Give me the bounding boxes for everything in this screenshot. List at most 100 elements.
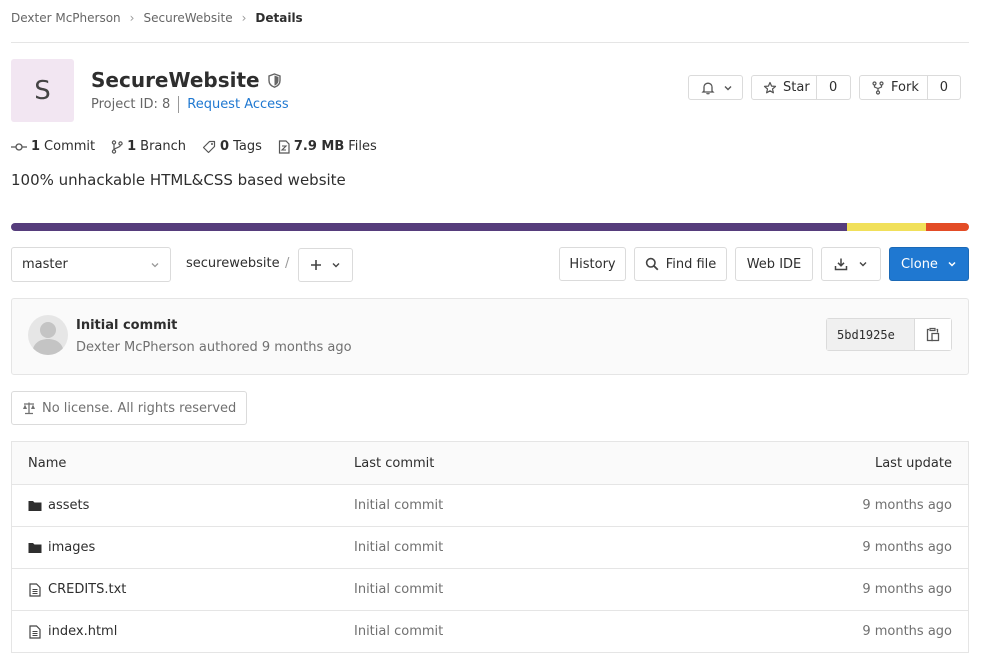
column-header-last-update: Last update xyxy=(652,441,969,485)
project-stats: 1 Commit 1 Branch 0 Tags 7.9 MB Files xyxy=(11,139,393,154)
web-ide-button[interactable]: Web IDE xyxy=(735,247,813,281)
branch-select-value: master xyxy=(22,257,68,272)
download-dropdown[interactable] xyxy=(821,247,881,281)
file-name[interactable]: index.html xyxy=(48,624,117,639)
file-name[interactable]: assets xyxy=(48,498,89,513)
repo-path-root[interactable]: securewebsite xyxy=(186,256,280,271)
language-segment[interactable] xyxy=(847,223,926,231)
commit-sha-group: 5bd1925e xyxy=(826,318,952,351)
language-segment[interactable] xyxy=(11,223,848,231)
fork-icon xyxy=(872,80,884,95)
branch-select[interactable]: master xyxy=(11,247,171,282)
row-commit-message[interactable]: Initial commit xyxy=(338,610,653,653)
license-badge[interactable]: No license. All rights reserved xyxy=(11,391,248,425)
chevron-down-icon xyxy=(948,261,956,267)
fork-count[interactable]: 0 xyxy=(926,76,960,99)
project-avatar-letter: S xyxy=(34,75,51,106)
notifications-dropdown[interactable] xyxy=(688,75,743,100)
chevron-down-icon xyxy=(724,85,732,90)
files-size: 7.9 MB xyxy=(293,139,345,154)
row-commit-message[interactable]: Initial commit xyxy=(338,526,653,569)
chevron-down-icon xyxy=(151,262,159,267)
project-id-row: Project ID: 8 Request Access xyxy=(91,96,289,113)
breadcrumb-current[interactable]: Details xyxy=(255,11,302,25)
file-tree-table: Name Last commit Last update assets Init… xyxy=(11,441,969,653)
tags-stat[interactable]: 0 Tags xyxy=(202,139,262,154)
commit-icon xyxy=(11,142,27,151)
file-text-icon xyxy=(29,582,41,597)
path-separator: / xyxy=(285,256,290,271)
license-text: No license. All rights reserved xyxy=(42,400,237,416)
add-to-tree-dropdown[interactable] xyxy=(298,248,353,282)
commit-title[interactable]: Initial commit xyxy=(76,318,177,333)
breadcrumb-project[interactable]: SecureWebsite xyxy=(143,11,232,25)
folder-icon xyxy=(28,500,42,511)
commits-count: 1 xyxy=(31,139,41,154)
column-header-name: Name xyxy=(11,441,338,485)
chevron-down-icon xyxy=(859,262,867,267)
repository-languages-bar[interactable] xyxy=(11,223,969,231)
author-avatar[interactable] xyxy=(28,315,68,355)
chevron-down-icon xyxy=(332,263,340,268)
language-segment[interactable] xyxy=(925,223,969,231)
breadcrumb: Dexter McPherson › SecureWebsite › Detai… xyxy=(11,11,303,25)
row-commit-message[interactable]: Initial commit xyxy=(338,568,653,611)
chevron-right-icon: › xyxy=(129,11,135,25)
branches-count: 1 xyxy=(127,139,137,154)
files-stat[interactable]: 7.9 MB Files xyxy=(278,139,377,154)
table-header-row: Name Last commit Last update xyxy=(11,441,969,485)
download-icon xyxy=(834,258,848,271)
project-id: Project ID: 8 xyxy=(91,97,171,112)
find-file-label: Find file xyxy=(665,256,717,272)
table-row[interactable]: assets Initial commit 9 months ago xyxy=(11,484,969,527)
column-header-last-commit: Last commit xyxy=(338,441,653,485)
project-avatar: S xyxy=(11,59,74,122)
scale-icon xyxy=(23,402,35,415)
folder-icon xyxy=(28,542,42,553)
request-access-link[interactable]: Request Access xyxy=(187,97,288,112)
divider xyxy=(178,96,180,113)
tag-icon xyxy=(202,140,216,153)
web-ide-label: Web IDE xyxy=(746,256,802,272)
fork-label: Fork xyxy=(891,80,919,95)
bell-icon xyxy=(701,82,715,94)
commit-sha[interactable]: 5bd1925e xyxy=(827,319,914,350)
last-commit-panel: Initial commit Dexter McPherson authored… xyxy=(11,298,969,375)
table-row[interactable]: CREDITS.txt Initial commit 9 months ago xyxy=(11,568,969,611)
project-description: 100% unhackable HTML&CSS based website xyxy=(11,171,346,189)
tags-label: Tags xyxy=(233,139,262,154)
history-button[interactable]: History xyxy=(559,247,626,281)
tags-count: 0 xyxy=(220,139,230,154)
star-label: Star xyxy=(783,80,810,95)
file-name[interactable]: CREDITS.txt xyxy=(48,582,126,597)
commits-stat[interactable]: 1 Commit xyxy=(11,139,95,154)
file-text-icon xyxy=(29,624,41,639)
plus-icon xyxy=(311,260,321,270)
file-zip-icon xyxy=(278,139,290,154)
row-last-update: 9 months ago xyxy=(652,484,969,527)
fork-button[interactable]: Fork 0 xyxy=(859,75,961,100)
star-count[interactable]: 0 xyxy=(816,76,849,99)
file-name[interactable]: images xyxy=(48,540,95,555)
clipboard-icon xyxy=(926,327,940,342)
branches-stat[interactable]: 1 Branch xyxy=(111,139,186,154)
star-icon xyxy=(763,81,777,93)
shield-icon xyxy=(267,72,281,88)
copy-sha-button[interactable] xyxy=(914,319,951,350)
row-last-update: 9 months ago xyxy=(652,526,969,569)
find-file-button[interactable]: Find file xyxy=(634,247,727,281)
branch-icon xyxy=(111,139,123,154)
files-label: Files xyxy=(348,139,377,154)
row-commit-message[interactable]: Initial commit xyxy=(338,484,653,527)
clone-label: Clone xyxy=(901,256,938,272)
row-last-update: 9 months ago xyxy=(652,610,969,653)
divider xyxy=(11,42,969,43)
star-button[interactable]: Star 0 xyxy=(751,75,851,100)
project-title: SecureWebsite xyxy=(91,68,281,92)
table-row[interactable]: images Initial commit 9 months ago xyxy=(11,526,969,569)
clone-dropdown[interactable]: Clone xyxy=(889,247,969,281)
default-avatar-icon xyxy=(32,322,64,355)
commits-label: Commit xyxy=(44,139,96,154)
table-row[interactable]: index.html Initial commit 9 months ago xyxy=(11,610,969,653)
breadcrumb-owner[interactable]: Dexter McPherson xyxy=(11,11,121,25)
